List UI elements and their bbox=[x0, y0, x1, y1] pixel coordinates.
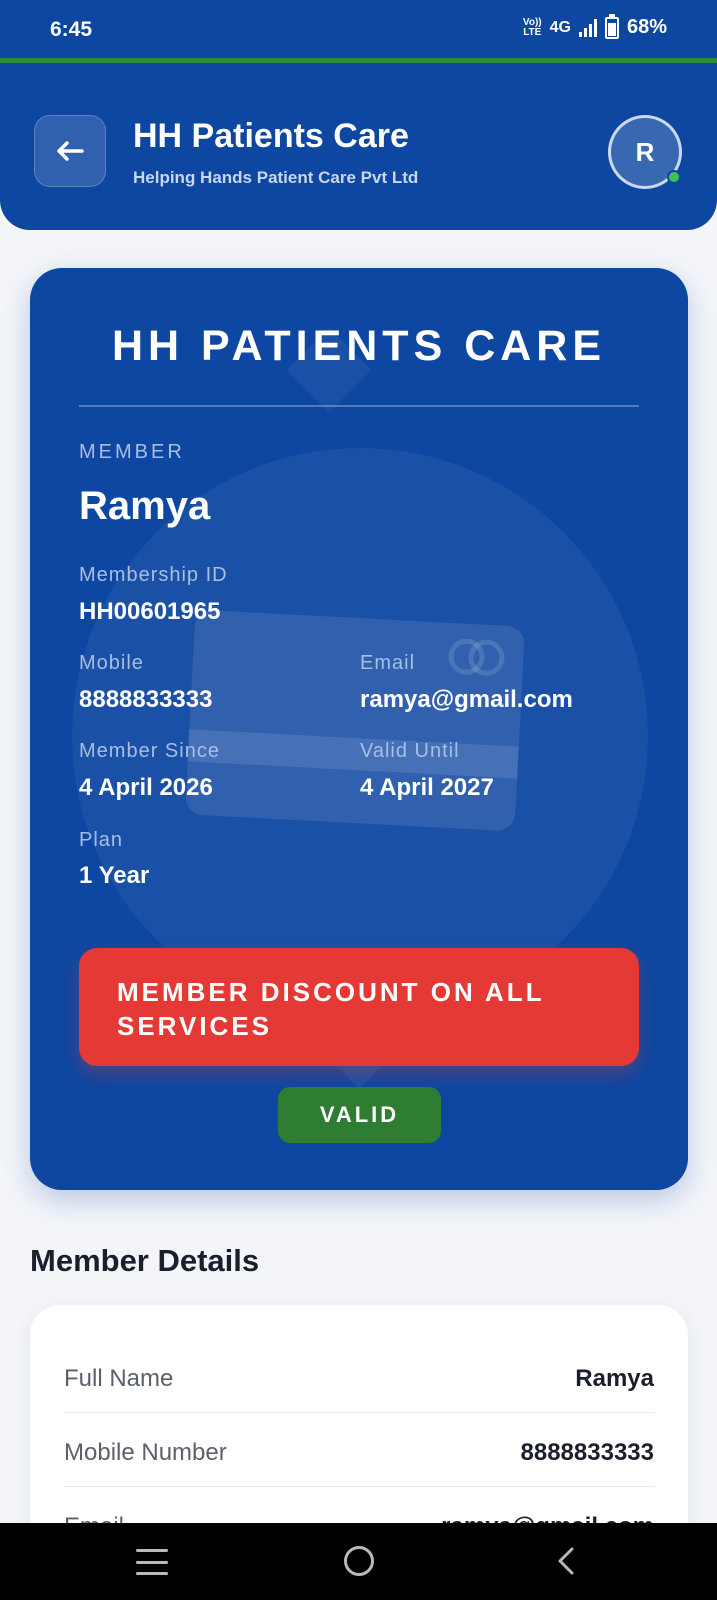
mobile-value: 8888833333 bbox=[79, 686, 213, 713]
home-icon[interactable] bbox=[344, 1546, 374, 1576]
member-since-value: 4 April 2026 bbox=[79, 774, 213, 801]
member-details-title: Member Details bbox=[30, 1243, 260, 1278]
volte-top-text: Vo)) bbox=[522, 16, 542, 28]
network-type: 4G bbox=[549, 18, 571, 36]
detail-row-full-name: Full Name Ramya bbox=[64, 1339, 654, 1413]
page-title: HH Patients Care bbox=[133, 117, 409, 155]
system-nav-bar bbox=[0, 1523, 717, 1600]
plan-value: 1 Year bbox=[79, 862, 150, 889]
card-title: HH PATIENTS CARE bbox=[111, 322, 607, 370]
member-name: Ramya bbox=[79, 484, 211, 528]
menu-icon[interactable] bbox=[136, 1549, 168, 1575]
member-since-label: Member Since bbox=[79, 740, 220, 762]
back-icon[interactable] bbox=[552, 1545, 584, 1577]
back-button[interactable] bbox=[34, 115, 106, 187]
volte-bottom-text: LTE bbox=[523, 26, 542, 38]
status-time: 6:45 bbox=[50, 18, 93, 41]
status-badge: VALID bbox=[278, 1087, 441, 1143]
membership-id-value: HH00601965 bbox=[79, 598, 221, 625]
detail-row-mobile: Mobile Number 8888833333 bbox=[64, 1413, 654, 1487]
volte-icon: Vo)) LTE bbox=[522, 16, 542, 38]
app-header: HH Patients Care Helping Hands Patient C… bbox=[0, 63, 717, 230]
detail-value: Ramya bbox=[575, 1365, 654, 1392]
status-indicators: Vo)) LTE 4G 68% bbox=[522, 13, 667, 39]
member-label: MEMBER bbox=[79, 441, 185, 463]
status-bar: 6:45 Vo)) LTE 4G 68% bbox=[0, 0, 717, 58]
plan-label: Plan bbox=[79, 829, 124, 851]
detail-value: 8888833333 bbox=[520, 1439, 654, 1466]
card-divider bbox=[79, 405, 639, 407]
valid-until-label: Valid Until bbox=[360, 740, 460, 762]
detail-label: Full Name bbox=[64, 1365, 174, 1392]
avatar[interactable]: R bbox=[608, 115, 682, 189]
signal-icon bbox=[578, 18, 597, 37]
avatar-initial: R bbox=[635, 136, 655, 167]
page-subtitle: Helping Hands Patient Care Pvt Ltd bbox=[133, 168, 419, 187]
battery-icon bbox=[604, 13, 619, 39]
online-status-dot bbox=[667, 170, 681, 184]
valid-until-value: 4 April 2027 bbox=[360, 774, 494, 801]
detail-label: Mobile Number bbox=[64, 1439, 227, 1466]
email-label: Email bbox=[360, 652, 416, 674]
member-discount-banner: MEMBER DISCOUNT ON ALL SERVICES bbox=[79, 948, 639, 1066]
mobile-label: Mobile bbox=[79, 652, 144, 674]
membership-id-label: Membership ID bbox=[79, 564, 228, 586]
battery-level: 68% bbox=[626, 16, 667, 38]
email-value: ramya@gmail.com bbox=[360, 686, 573, 713]
membership-card: HH PATIENTS CARE MEMBER Ramya Membership… bbox=[30, 268, 688, 1190]
arrow-left-icon bbox=[57, 141, 84, 161]
